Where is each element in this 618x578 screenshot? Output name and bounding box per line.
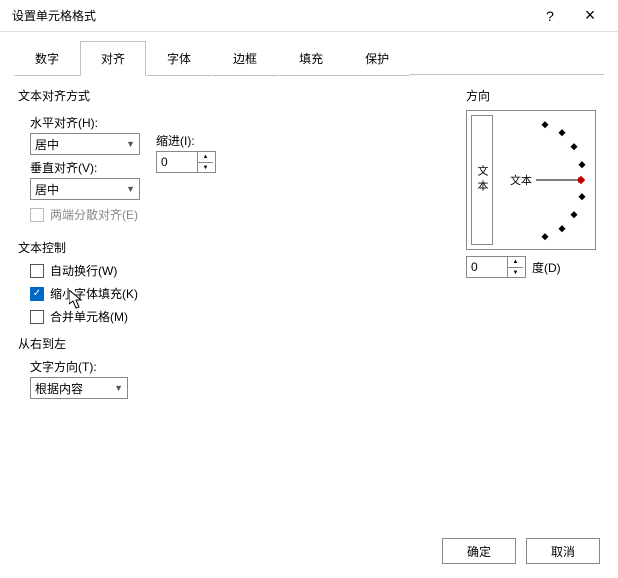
- dial-text-label: 文本: [510, 173, 532, 187]
- shrink-to-fit-checkbox[interactable]: [30, 287, 44, 301]
- horizontal-align-label: 水平对齐(H):: [30, 114, 140, 131]
- horizontal-align-select[interactable]: 居中 ▼: [30, 133, 140, 155]
- degrees-label: 度(D): [532, 259, 561, 276]
- degrees-up[interactable]: ▲: [508, 257, 523, 267]
- tab-fill[interactable]: 填充: [278, 41, 344, 76]
- titlebar: 设置单元格格式 ? ×: [0, 0, 618, 32]
- merge-cells-checkbox[interactable]: [30, 310, 44, 324]
- orientation-box: 文本 文本: [466, 110, 596, 250]
- rtl-group-label: 从右到左: [18, 335, 298, 352]
- orientation-group: 方向 文本 文本: [466, 87, 596, 278]
- help-button[interactable]: ?: [530, 0, 570, 32]
- shrink-to-fit-label: 缩小字体填充(K): [50, 285, 138, 302]
- text-direction-select[interactable]: 根据内容 ▼: [30, 377, 128, 399]
- text-direction-label: 文字方向(T):: [30, 358, 298, 375]
- indent-input[interactable]: [157, 152, 197, 172]
- wrap-text-label: 自动换行(W): [50, 262, 117, 279]
- degrees-spinner[interactable]: ▲ ▼: [466, 256, 526, 278]
- tab-protection[interactable]: 保护: [344, 41, 410, 76]
- justify-distributed-label: 两端分散对齐(E): [50, 206, 138, 223]
- wrap-text-checkbox[interactable]: [30, 264, 44, 278]
- tab-content: 文本对齐方式 水平对齐(H): 居中 ▼ 垂直对齐(V): 居中 ▼: [0, 75, 618, 415]
- indent-down[interactable]: ▼: [198, 162, 213, 172]
- orientation-group-label: 方向: [466, 87, 596, 104]
- chevron-down-icon: ▼: [126, 139, 135, 149]
- text-control-group-label: 文本控制: [18, 239, 298, 256]
- vertical-align-select[interactable]: 居中 ▼: [30, 178, 140, 200]
- chevron-down-icon: ▼: [114, 383, 123, 393]
- indent-label: 缩进(I):: [156, 132, 216, 149]
- orientation-dial[interactable]: 文本: [499, 115, 591, 245]
- vertical-align-label: 垂直对齐(V):: [30, 159, 140, 176]
- merge-cells-label: 合并单元格(M): [50, 308, 128, 325]
- tab-number[interactable]: 数字: [14, 41, 80, 76]
- tab-alignment[interactable]: 对齐: [80, 41, 146, 76]
- indent-up[interactable]: ▲: [198, 152, 213, 162]
- justify-distributed-checkbox: [30, 208, 44, 222]
- indent-spinner[interactable]: ▲ ▼: [156, 151, 216, 173]
- tab-font[interactable]: 字体: [146, 41, 212, 76]
- chevron-down-icon: ▼: [126, 184, 135, 194]
- dialog-buttons: 确定 取消: [442, 538, 600, 564]
- cancel-button[interactable]: 取消: [526, 538, 600, 564]
- text-alignment-group-label: 文本对齐方式: [18, 87, 298, 104]
- vertical-text-button[interactable]: 文本: [471, 115, 493, 245]
- degrees-down[interactable]: ▼: [508, 267, 523, 277]
- close-button[interactable]: ×: [570, 0, 610, 32]
- tab-border[interactable]: 边框: [212, 41, 278, 76]
- ok-button[interactable]: 确定: [442, 538, 516, 564]
- dialog-title: 设置单元格格式: [8, 7, 530, 24]
- tab-strip: 数字 对齐 字体 边框 填充 保护: [0, 32, 618, 75]
- degrees-input[interactable]: [467, 257, 507, 277]
